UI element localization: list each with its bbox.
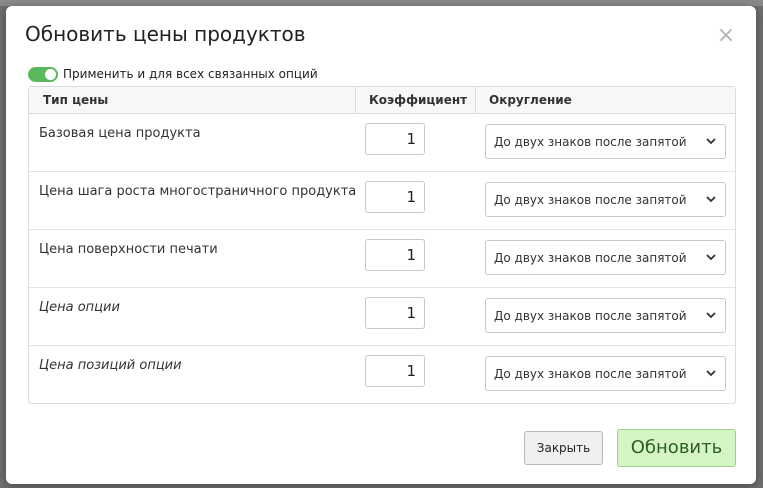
header-divider — [355, 87, 356, 114]
coefficient-input[interactable] — [365, 297, 425, 329]
toggle-knob — [45, 68, 56, 80]
chevron-down-icon — [706, 312, 716, 319]
header-price-type: Тип цены — [43, 93, 109, 107]
rounding-select-value: До двух знаков после запятой — [494, 192, 687, 207]
rounding-select[interactable]: До двух знаков после запятой — [485, 298, 726, 333]
row-label: Цена шага роста многостраничного продукт… — [39, 184, 357, 199]
coefficient-input[interactable] — [365, 355, 425, 387]
rounding-select[interactable]: До двух знаков после запятой — [485, 124, 726, 159]
rounding-select-value: До двух знаков после запятой — [494, 134, 687, 149]
rounding-select-value: До двух знаков после запятой — [494, 366, 687, 381]
row-label: Базовая цена продукта — [39, 126, 201, 141]
close-icon[interactable]: × — [716, 25, 736, 47]
update-prices-dialog: Обновить цены продуктов × Применить и дл… — [6, 6, 756, 484]
header-coefficient: Коэффициент — [369, 93, 468, 107]
table-row: Базовая цена продукта До двух знаков пос… — [29, 114, 735, 172]
close-button[interactable]: Закрыть — [524, 431, 603, 465]
rounding-select[interactable]: До двух знаков после запятой — [485, 240, 726, 275]
rounding-select[interactable]: До двух знаков после запятой — [485, 356, 726, 391]
coefficient-input[interactable] — [365, 123, 425, 155]
table-header: Тип цены Коэффициент Округление — [29, 87, 735, 114]
row-label: Цена позиций опции — [39, 358, 182, 373]
update-button[interactable]: Обновить — [617, 429, 736, 467]
rounding-select-value: До двух знаков после запятой — [494, 308, 687, 323]
dialog-title: Обновить цены продуктов — [25, 22, 306, 46]
header-divider — [475, 87, 476, 114]
chevron-down-icon — [706, 196, 716, 203]
chevron-down-icon — [706, 370, 716, 377]
row-label: Цена опции — [39, 300, 120, 315]
header-rounding: Округление — [489, 93, 572, 107]
rounding-select[interactable]: До двух знаков после запятой — [485, 182, 726, 217]
price-table: Тип цены Коэффициент Округление Базовая … — [28, 86, 736, 404]
chevron-down-icon — [706, 138, 716, 145]
row-label: Цена поверхности печати — [39, 242, 218, 257]
coefficient-input[interactable] — [365, 239, 425, 271]
table-row: Цена опции До двух знаков после запятой — [29, 288, 735, 346]
table-row: Цена шага роста многостраничного продукт… — [29, 172, 735, 230]
apply-related-options-toggle-row[interactable]: Применить и для всех связанных опций — [28, 66, 318, 82]
table-row: Цена позиций опции До двух знаков после … — [29, 346, 735, 404]
toggle-label: Применить и для всех связанных опций — [63, 67, 318, 81]
chevron-down-icon — [706, 254, 716, 261]
table-row: Цена поверхности печати До двух знаков п… — [29, 230, 735, 288]
apply-related-options-toggle[interactable] — [28, 66, 58, 82]
rounding-select-value: До двух знаков после запятой — [494, 250, 687, 265]
coefficient-input[interactable] — [365, 181, 425, 213]
